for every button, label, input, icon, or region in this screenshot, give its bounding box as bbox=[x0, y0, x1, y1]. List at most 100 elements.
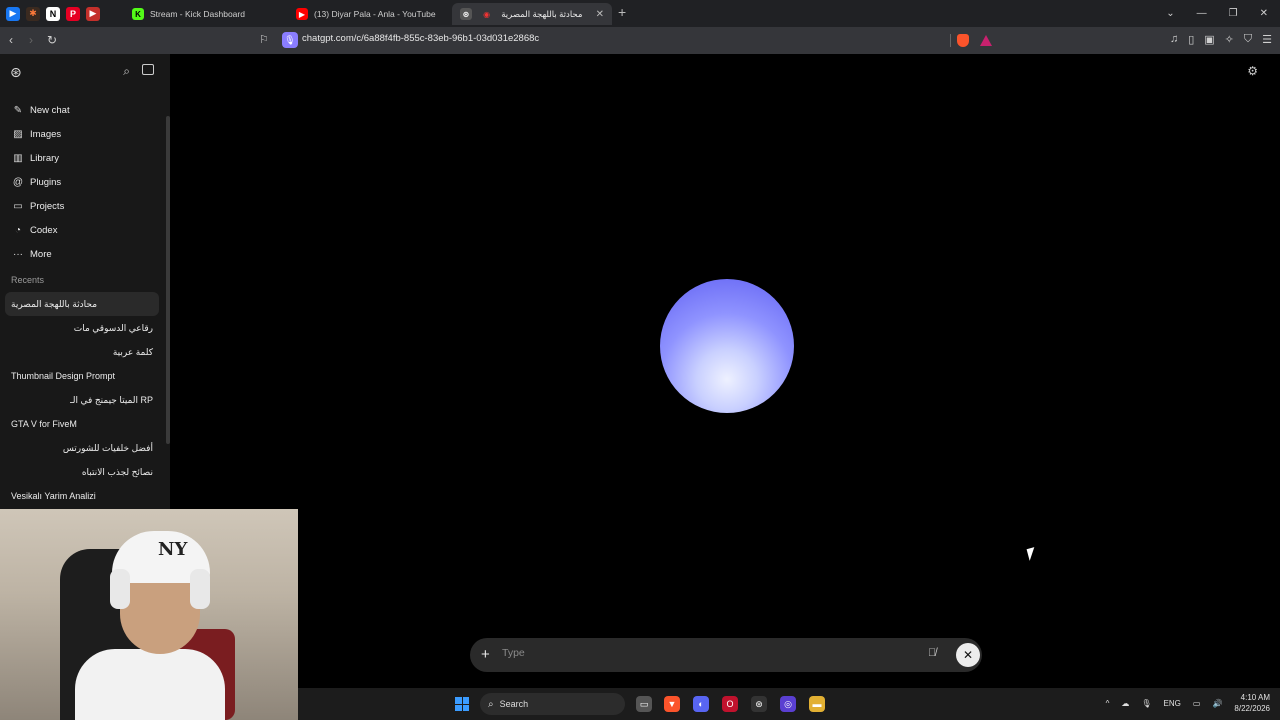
windows-start-icon[interactable] bbox=[455, 697, 469, 711]
wallet-icon[interactable]: ▣ bbox=[1204, 33, 1214, 46]
app-icon[interactable]: ⊛ bbox=[751, 696, 767, 712]
pinned-tab-youtube-icon[interactable]: ▶ bbox=[86, 6, 100, 21]
recent-chat-item[interactable]: نصائح لجذب الانتباه bbox=[5, 460, 159, 484]
recent-chat-item[interactable]: GTA V for FiveM bbox=[5, 412, 159, 436]
sidebar-item-projects[interactable]: ▭ Projects bbox=[12, 194, 162, 218]
tab-youtube[interactable]: ▶ (13) Diyar Pala - Anla - YouTube bbox=[288, 3, 448, 25]
voice-composer: + 🎙̸ ✕ bbox=[470, 638, 982, 672]
openai-logo-icon[interactable]: ⊛ bbox=[10, 64, 22, 81]
sidebar-item-more[interactable]: ··· More bbox=[12, 242, 162, 266]
mic-muted-icon[interactable]: 🎙̸ bbox=[928, 647, 936, 659]
clock[interactable]: 4:10 AM 8/22/2026 bbox=[1234, 692, 1270, 714]
close-sidebar-icon[interactable] bbox=[142, 64, 154, 75]
pinned-tab-app-icon[interactable]: ▶ bbox=[6, 6, 20, 21]
close-window-icon[interactable]: ✕ bbox=[1260, 8, 1268, 19]
recent-chat-item[interactable]: Vesikalı Yarim Analizi bbox=[5, 484, 159, 508]
pinned-tab-notion-icon[interactable]: N bbox=[46, 6, 60, 21]
site-info-icon[interactable]: 🎙 bbox=[282, 32, 298, 48]
back-icon[interactable]: ‹ bbox=[9, 33, 13, 47]
headphone-right bbox=[190, 569, 210, 609]
tab-kick-dashboard[interactable]: K Stream - Kick Dashboard bbox=[124, 3, 284, 25]
menu-icon[interactable]: ☰ bbox=[1262, 33, 1272, 46]
chevron-up-icon[interactable]: ^ bbox=[1106, 699, 1110, 708]
sidebar-toggle-icon[interactable]: ▯ bbox=[1188, 33, 1194, 46]
voice-orb bbox=[660, 279, 794, 413]
sidebar-item-label: Projects bbox=[30, 200, 65, 212]
recents-heading: Recents bbox=[11, 275, 45, 285]
vpn-icon[interactable]: ⛉ bbox=[1244, 33, 1252, 46]
leo-ai-icon[interactable]: ✧ bbox=[1225, 33, 1234, 46]
tab-label: محادثة باللهجة المصرية bbox=[501, 8, 583, 19]
windows-taskbar: ⌕ Search ▭ ▼ ◐ O ⊛ ◎ ▬ ^ ☁ 🎙 ENG ▭ 🔊 4:1… bbox=[298, 688, 1280, 720]
sidebar-item-label: New chat bbox=[30, 104, 70, 116]
chatgpt-icon: ⊛ bbox=[460, 8, 472, 20]
file-explorer-icon[interactable]: ▬ bbox=[809, 696, 825, 712]
kick-icon: K bbox=[132, 8, 144, 20]
recent-chat-item[interactable]: الميتا جيمنج في الـ RP bbox=[5, 388, 159, 412]
recent-chat-item[interactable]: Thumbnail Design Prompt bbox=[5, 364, 159, 388]
window-controls: ⌄ — ❐ ✕ bbox=[1166, 0, 1280, 27]
sidebar-item-plugins[interactable]: @ Plugins bbox=[12, 170, 162, 194]
library-icon: ▥ bbox=[13, 152, 23, 164]
brave-shields-icon[interactable] bbox=[957, 34, 969, 47]
bookmark-icon[interactable]: ⚐ bbox=[259, 33, 269, 46]
plugins-icon: @ bbox=[12, 176, 24, 188]
task-view-icon[interactable]: ▭ bbox=[636, 696, 652, 712]
recents-list: محادثة باللهجة المصرية رقاعي الدسوقي مات… bbox=[5, 292, 159, 508]
minimize-icon[interactable]: — bbox=[1197, 8, 1207, 19]
ny-cap-logo: NY bbox=[158, 539, 188, 560]
network-icon[interactable]: ▭ bbox=[1193, 699, 1201, 708]
address-bar-url[interactable]: chatgpt.com/c/6a88f4fb-855c-83eb-96b1-03… bbox=[302, 33, 539, 44]
add-attachment-icon[interactable]: + bbox=[481, 646, 490, 663]
volume-icon[interactable]: 🔊 bbox=[1212, 699, 1222, 708]
clock-time: 4:10 AM bbox=[1240, 693, 1270, 702]
taskbar-search[interactable]: ⌕ Search bbox=[480, 693, 625, 715]
taskbar-search-label: Search bbox=[499, 699, 529, 709]
recent-chat-item[interactable]: كلمة عربية bbox=[5, 340, 159, 364]
tab-label: Stream - Kick Dashboard bbox=[150, 9, 245, 19]
pinned-tabs: ▶ ✱ N P ▶ bbox=[0, 6, 100, 21]
recent-chat-item[interactable]: أفضل خلفيات للشورتس bbox=[5, 436, 159, 460]
sliders-settings-icon[interactable]: ⚙ bbox=[1247, 64, 1258, 78]
forward-icon[interactable]: › bbox=[29, 33, 33, 47]
sidebar-menu: ✎ New chat ▨ Images ▥ Library @ Plugins ▭ Pro… bbox=[12, 98, 162, 266]
sidebar-item-new-chat[interactable]: ✎ New chat bbox=[12, 98, 162, 122]
sidebar-item-label: More bbox=[30, 248, 52, 260]
close-tab-icon[interactable]: ✕ bbox=[596, 9, 604, 20]
search-icon[interactable]: ⌕ bbox=[123, 64, 130, 79]
restore-icon[interactable]: ❐ bbox=[1229, 8, 1238, 19]
microphone-icon[interactable]: 🎙 bbox=[1141, 699, 1151, 708]
clock-date: 8/22/2026 bbox=[1234, 704, 1270, 713]
sidebar-item-label: Codex bbox=[30, 224, 58, 236]
sidebar-item-images[interactable]: ▨ Images bbox=[12, 122, 162, 146]
codex-icon: ◔ bbox=[14, 224, 22, 236]
discord-icon[interactable]: ◐ bbox=[693, 696, 709, 712]
browser-tab-strip: ▶ ✱ N P ▶ K Stream - Kick Dashboard ▶ (1… bbox=[0, 0, 1280, 27]
recent-chat-item[interactable]: رقاعي الدسوقي مات bbox=[5, 316, 159, 340]
sidebar-item-library[interactable]: ▥ Library bbox=[12, 146, 162, 170]
sidebar-item-label: Library bbox=[30, 152, 60, 164]
recent-chat-item[interactable]: محادثة باللهجة المصرية bbox=[5, 292, 159, 316]
tab-label: (13) Diyar Pala - Anla - YouTube bbox=[314, 9, 436, 19]
message-input[interactable] bbox=[502, 647, 902, 659]
streaming-app-icon[interactable]: ◎ bbox=[780, 696, 796, 712]
mouse-cursor-icon bbox=[1026, 547, 1038, 561]
end-voice-button[interactable]: ✕ bbox=[956, 643, 980, 667]
sidebar-item-label: Plugins bbox=[30, 176, 62, 188]
tab-list-chevron-icon[interactable]: ⌄ bbox=[1166, 8, 1174, 19]
brave-rewards-icon[interactable] bbox=[980, 35, 992, 46]
opera-icon[interactable]: O bbox=[722, 696, 738, 712]
divider bbox=[950, 34, 951, 47]
browser-toolbar: ‹ › ↻ ⚐ 🎙 chatgpt.com/c/6a88f4fb-855c-83… bbox=[0, 27, 1280, 54]
media-icon[interactable]: ♫ bbox=[1170, 33, 1178, 46]
reload-icon[interactable]: ↻ bbox=[47, 33, 57, 47]
new-tab-button[interactable]: + bbox=[618, 4, 626, 20]
pinned-tab-pinterest-icon[interactable]: P bbox=[66, 6, 80, 21]
onedrive-icon[interactable]: ☁ bbox=[1121, 699, 1129, 708]
brave-browser-icon[interactable]: ▼ bbox=[664, 696, 680, 712]
pinned-tab-asterisk-icon[interactable]: ✱ bbox=[26, 6, 40, 21]
recording-icon: ◉ bbox=[483, 9, 491, 19]
sidebar-item-codex[interactable]: ◔ Codex bbox=[12, 218, 162, 242]
tab-chatgpt[interactable]: ⊛ ◉ محادثة باللهجة المصرية ✕ bbox=[452, 3, 612, 25]
language-indicator[interactable]: ENG bbox=[1164, 699, 1181, 708]
